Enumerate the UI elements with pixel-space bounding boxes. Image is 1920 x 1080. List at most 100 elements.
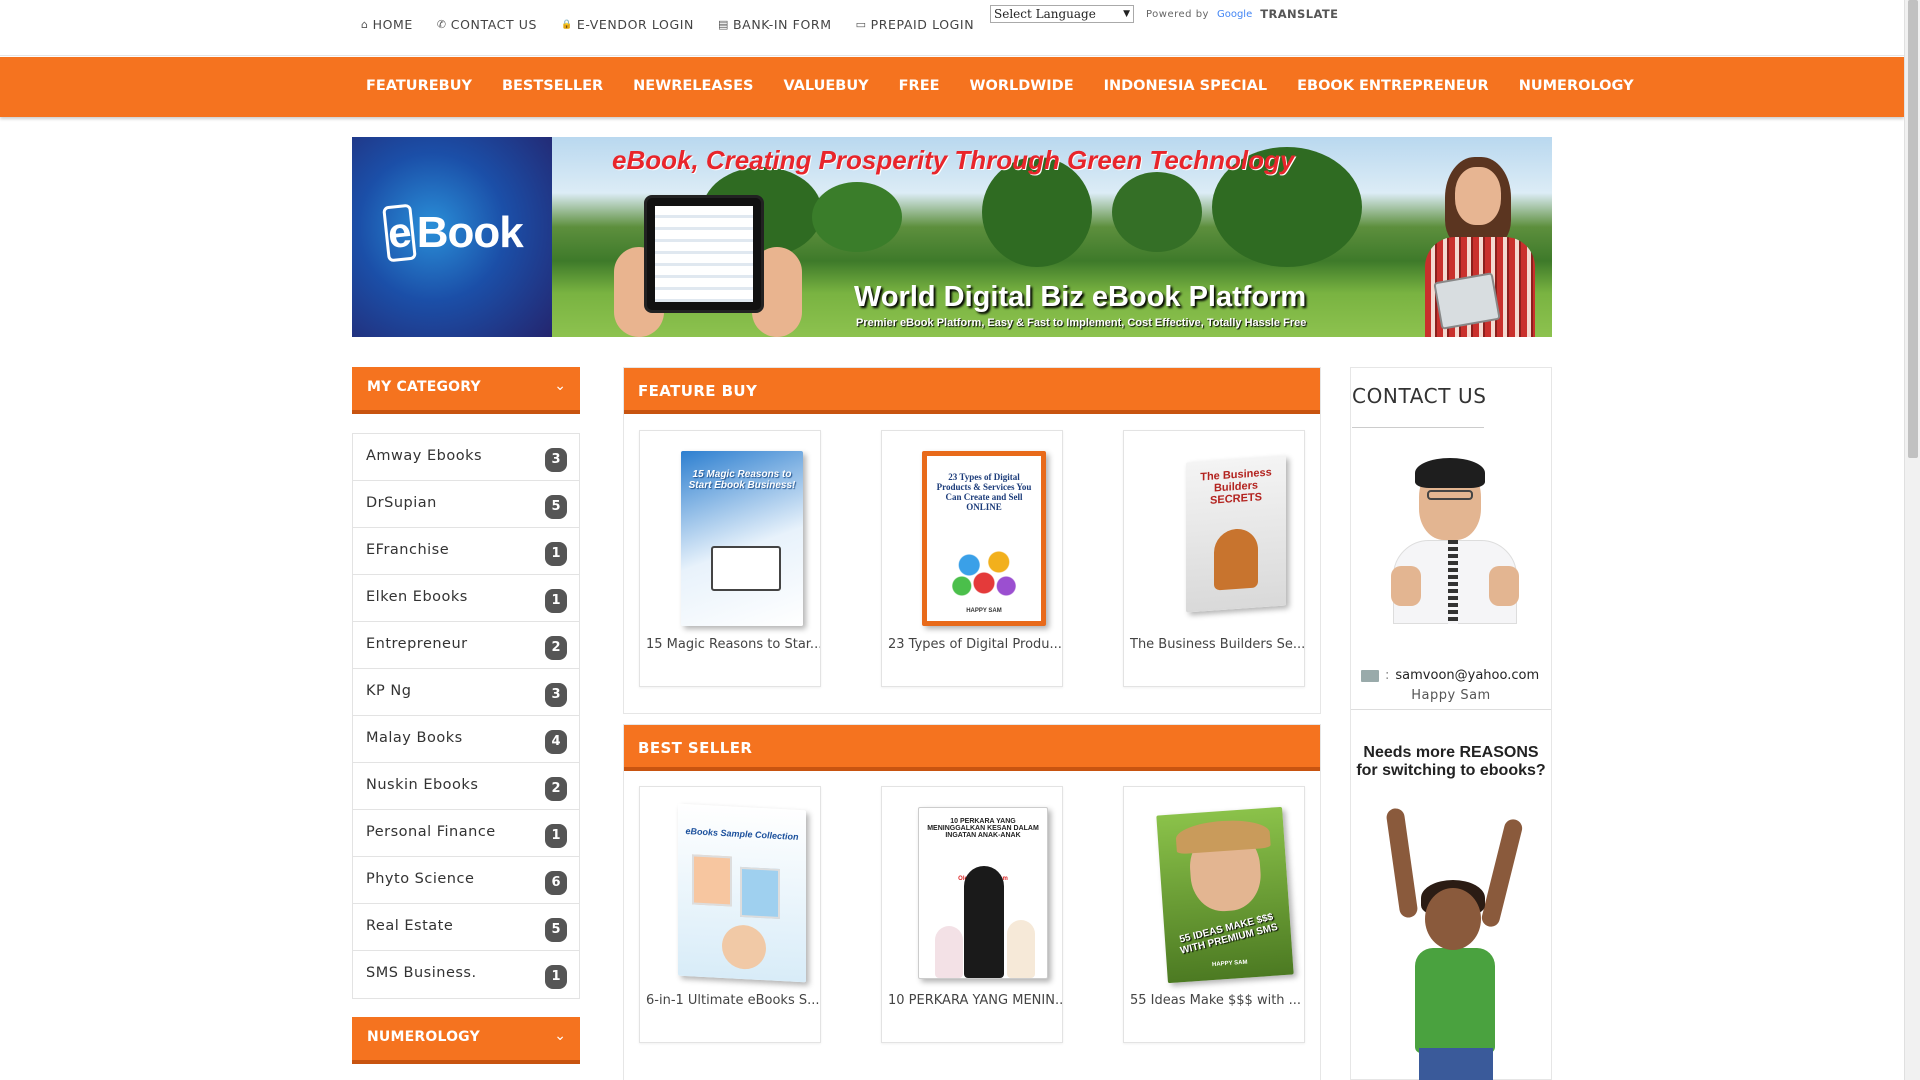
category-name: KP Ng <box>366 683 412 699</box>
book-card[interactable]: eBooks Sample Collection 6-in-1 Ultimate… <box>639 786 821 1043</box>
hero-banner[interactable]: e Book eBook, Creating Prosperity Through… <box>352 137 1552 337</box>
feature-buy-title: FEATURE BUY <box>638 382 758 400</box>
category-item[interactable]: DrSupian 5 <box>353 481 579 528</box>
document-icon: ▤ <box>718 18 729 31</box>
my-category-header[interactable]: MY CATEGORY ⌄ <box>352 367 580 414</box>
nav-numerology[interactable]: NUMEROLOGY <box>1519 78 1634 94</box>
book-card[interactable]: 10 PERKARA YANG MENINGGALKAN KESAN DALAM… <box>881 786 1063 1043</box>
banner-subtitle: Premier eBook Platform, Easy & Fast to I… <box>856 317 1307 329</box>
category-count-badge: 6 <box>545 871 567 895</box>
book-title: 10 PERKARA YANG MENIN... <box>888 993 1062 1008</box>
prepaid-login-link[interactable]: ▭ PREPAID LOGIN <box>856 17 975 32</box>
book-cover-text: 10 PERKARA YANG MENINGGALKAN KESAN DALAM… <box>927 818 1039 839</box>
thumbs-up-hand <box>1489 566 1519 606</box>
main-nav-items: FEATUREBUY BESTSELLER NEWRELEASES VALUEB… <box>366 78 1634 94</box>
nav-ebook-entrepreneur[interactable]: EBOOK ENTREPRENEUR <box>1297 78 1489 94</box>
boy-jeans <box>1419 1048 1493 1080</box>
numerology-header[interactable]: NUMEROLOGY ⌄ <box>352 1017 580 1064</box>
colorful-icons-illustration <box>947 541 1021 601</box>
book-cover: 10 PERKARA YANG MENINGGALKAN KESAN DALAM… <box>918 807 1048 979</box>
nav-featurebuy[interactable]: FEATUREBUY <box>366 78 472 94</box>
nav-indonesia-special[interactable]: INDONESIA SPECIAL <box>1104 78 1268 94</box>
category-count-badge: 5 <box>545 495 567 519</box>
book-cover-author: HAPPY SAM <box>1211 959 1248 969</box>
ebook-logo-e: e <box>382 203 418 263</box>
person-hair <box>1415 458 1485 488</box>
google-logo: Google <box>1216 8 1253 20</box>
category-item[interactable]: Malay Books 4 <box>353 716 579 763</box>
numerology-title: NUMEROLOGY <box>367 1029 480 1045</box>
category-name: DrSupian <box>366 495 437 511</box>
category-item[interactable]: Entrepreneur 2 <box>353 622 579 669</box>
book-card[interactable]: 55 IDEAS MAKE $$$ WITH PREMIUM SMS HAPPY… <box>1123 786 1305 1043</box>
book-title: 6-in-1 Ultimate eBooks S... <box>646 993 820 1008</box>
book-card[interactable]: 15 Magic Reasons to Start Ebook Business… <box>639 430 821 687</box>
category-name: Phyto Science <box>366 871 475 887</box>
book-cover-author: HAPPY SAM <box>966 608 1002 614</box>
category-item[interactable]: Phyto Science 6 <box>353 857 579 904</box>
mother-illustration <box>964 866 1004 978</box>
divider <box>1352 427 1484 428</box>
category-item[interactable]: Amway Ebooks 3 <box>353 434 579 481</box>
boy-shirt <box>1415 948 1495 1053</box>
banner-title: World Digital Biz eBook Platform <box>854 281 1307 313</box>
category-item[interactable]: Personal Finance 1 <box>353 810 579 857</box>
e-vendor-login-link-label: E-VENDOR LOGIN <box>576 17 694 32</box>
ebook-logo-word: Book <box>416 208 524 257</box>
book-cover: 15 Magic Reasons to Start Ebook Business… <box>681 451 803 626</box>
feature-buy-header: FEATURE BUY <box>624 368 1320 414</box>
book-card[interactable]: 23 Types of Digital Products & Services … <box>881 430 1063 687</box>
book-cover-text: eBooks Sample Collection <box>685 826 799 842</box>
contact-us-title: CONTACT US <box>1352 384 1487 408</box>
category-name: EFranchise <box>366 542 450 558</box>
ebook-logo-badge: e Book <box>382 203 524 263</box>
category-item[interactable]: Real Estate 5 <box>353 904 579 951</box>
category-item[interactable]: SMS Business. 1 <box>353 951 579 998</box>
nav-worldwide[interactable]: WORLDWIDE <box>970 78 1074 94</box>
translate-label[interactable]: TRANSLATE <box>1260 7 1338 21</box>
contact-person-photo <box>1385 458 1525 624</box>
book-card[interactable]: The Business Builders SECRETS The Busine… <box>1123 430 1305 687</box>
tree-shape <box>812 182 902 252</box>
page-scrollbar[interactable] <box>1904 0 1920 1080</box>
category-item[interactable]: Nuskin Ebooks 2 <box>353 763 579 810</box>
language-select[interactable]: Select Language ▼ <box>990 5 1134 23</box>
category-item[interactable]: KP Ng 3 <box>353 669 579 716</box>
contact-email[interactable]: : samvoon@yahoo.com <box>1361 668 1539 683</box>
nav-free[interactable]: FREE <box>899 78 940 94</box>
contact-us-link[interactable]: ✆ CONTACT US <box>437 17 537 32</box>
woman-head <box>1455 167 1501 225</box>
tablet-illustration <box>644 195 764 313</box>
scrollbar-thumb[interactable] <box>1908 0 1918 458</box>
bank-in-form-link[interactable]: ▤ BANK-IN FORM <box>718 17 832 32</box>
email-address[interactable]: samvoon@yahoo.com <box>1395 668 1539 683</box>
boy-head <box>1425 888 1481 950</box>
category-list: Amway Ebooks 3 DrSupian 5 EFranchise 1 Elke… <box>352 433 580 999</box>
home-link[interactable]: ⌂ HOME <box>361 17 413 32</box>
ebook-logo: e Book <box>352 137 552 337</box>
nav-bestseller[interactable]: BESTSELLER <box>502 78 603 94</box>
book-cover: 23 Types of Digital Products & Services … <box>922 451 1046 626</box>
dropdown-arrow-icon: ▼ <box>1123 9 1130 19</box>
book-title: The Business Builders Se... <box>1130 637 1304 652</box>
person-shirt-trim <box>1448 540 1458 624</box>
tablet-screen <box>655 206 753 302</box>
woman-with-tablet-illustration <box>1407 157 1547 337</box>
woman-tablet <box>1433 272 1501 330</box>
contact-us-panel: CONTACT US : samvoon@yahoo.com Happy Sam… <box>1350 367 1552 1080</box>
thumbnail-shape <box>740 866 780 919</box>
child-illustration <box>935 926 963 978</box>
category-name: Nuskin Ebooks <box>366 777 479 793</box>
boy-arm <box>1385 807 1419 919</box>
baby-illustration <box>722 923 766 971</box>
boy-arm <box>1479 817 1525 929</box>
category-item[interactable]: Elken Ebooks 1 <box>353 575 579 622</box>
book-title: 55 Ideas Make $$$ with ... <box>1130 993 1302 1008</box>
category-count-badge: 3 <box>545 448 567 472</box>
nav-newreleases[interactable]: NEWRELEASES <box>633 78 753 94</box>
e-vendor-login-link[interactable]: 🔒 E-VENDOR LOGIN <box>561 17 694 32</box>
nav-valuebuy[interactable]: VALUEBUY <box>783 78 868 94</box>
category-name: Malay Books <box>366 730 463 746</box>
category-item[interactable]: EFranchise 1 <box>353 528 579 575</box>
chevron-down-icon: ⌄ <box>554 1028 566 1044</box>
